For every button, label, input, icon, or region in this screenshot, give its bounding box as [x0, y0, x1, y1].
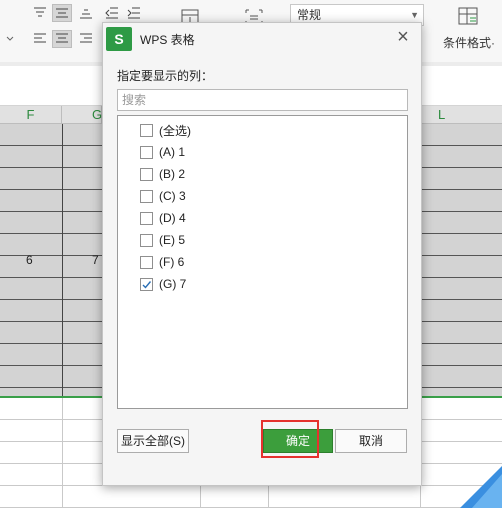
list-item[interactable]: (D) 4	[140, 208, 186, 228]
ok-button[interactable]: 确定	[263, 429, 333, 453]
list-item-label: (E) 5	[159, 233, 186, 247]
show-columns-dialog: S WPS 表格 × 指定要显示的列： (全选) (A) 1 (B) 2 (C)…	[102, 22, 422, 486]
list-item-label: (全选)	[159, 123, 191, 138]
checkbox[interactable]	[140, 145, 153, 159]
decrease-indent-icon[interactable]	[102, 4, 122, 22]
list-item-label: (G) 7	[159, 277, 187, 291]
list-item-label: (D) 4	[159, 211, 186, 225]
align-bottom-icon[interactable]	[76, 4, 96, 22]
chevron-down-icon[interactable]	[4, 30, 16, 48]
list-item[interactable]: (C) 3	[140, 186, 186, 206]
conditional-format-label: 条件格式·	[443, 36, 495, 50]
list-item-label: (C) 3	[159, 189, 186, 203]
list-item[interactable]: (E) 5	[140, 230, 185, 250]
list-item-label: (B) 2	[159, 167, 186, 181]
list-item[interactable]: (G) 7	[140, 274, 186, 294]
dialog-title: WPS 表格	[140, 33, 195, 47]
cancel-button[interactable]: 取消	[335, 429, 407, 453]
list-item-label: (A) 1	[159, 145, 186, 159]
align-top-icon[interactable]	[30, 4, 50, 22]
list-item-label: (F) 6	[159, 255, 185, 269]
checkmark-icon	[142, 280, 152, 289]
column-header-f[interactable]: F	[0, 106, 62, 124]
conditional-format-button[interactable]: 条件格式·	[436, 6, 502, 56]
checkbox[interactable]	[140, 167, 153, 181]
conditional-format-icon	[458, 7, 478, 25]
close-icon[interactable]: ×	[393, 26, 413, 48]
align-right-icon[interactable]	[76, 30, 96, 48]
checkbox[interactable]	[140, 189, 153, 203]
align-left-icon[interactable]	[30, 30, 50, 48]
checkbox-checked[interactable]	[140, 277, 153, 291]
checkbox[interactable]	[140, 211, 153, 225]
column-list[interactable]: (全选) (A) 1 (B) 2 (C) 3 (D) 4 (E) 5 (F) 6	[117, 115, 408, 409]
show-all-button[interactable]: 显示全部(S)	[117, 429, 189, 453]
align-middle-icon[interactable]	[52, 4, 72, 22]
cell-g1[interactable]: 7	[92, 253, 99, 267]
column-header-g[interactable]: G	[62, 106, 102, 124]
cell-f1[interactable]: 6	[26, 253, 33, 267]
column-divider	[62, 398, 63, 508]
dialog-prompt: 指定要显示的列：	[117, 69, 214, 83]
dialog-titlebar[interactable]: S WPS 表格 ×	[103, 23, 421, 53]
checkbox[interactable]	[140, 255, 153, 269]
align-center-icon[interactable]	[52, 30, 72, 48]
list-item[interactable]: (B) 2	[140, 164, 185, 184]
column-divider	[62, 124, 63, 398]
number-format-value: 常规	[297, 8, 322, 22]
list-item[interactable]: (A) 1	[140, 142, 185, 162]
column-header-l[interactable]: L	[420, 106, 502, 124]
increase-indent-icon[interactable]	[124, 4, 144, 22]
list-item-select-all[interactable]: (全选)	[140, 120, 191, 140]
search-input[interactable]	[117, 89, 408, 111]
checkbox[interactable]	[140, 123, 153, 137]
list-item[interactable]: (F) 6	[140, 252, 184, 272]
wps-logo-icon: S	[106, 27, 132, 51]
checkbox[interactable]	[140, 233, 153, 247]
